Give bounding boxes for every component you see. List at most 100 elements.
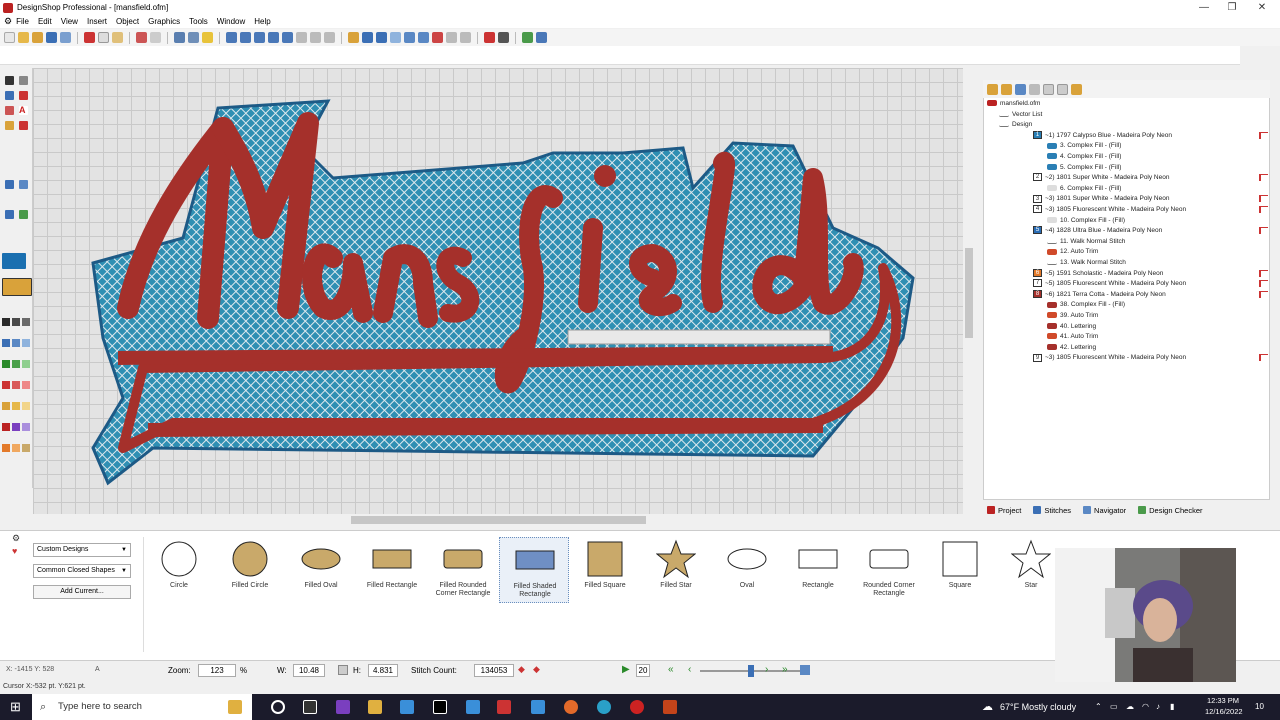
taskbar-search[interactable]: ⌕ Type here to search [32, 694, 252, 720]
volume-icon[interactable]: ♪ [1156, 694, 1160, 720]
tree-row[interactable]: 40. Lettering [1047, 322, 1096, 332]
palette-swatch[interactable] [2, 339, 10, 347]
thread-swatch[interactable]: 6 [1033, 268, 1042, 277]
color-tool-icon[interactable] [19, 210, 28, 219]
battery-icon[interactable]: ▮ [1170, 694, 1174, 720]
hoop-icon[interactable] [362, 32, 373, 43]
favorite-icon[interactable]: ♥ [12, 546, 17, 556]
save-all-icon[interactable] [60, 32, 71, 43]
distribute-icon[interactable] [404, 32, 415, 43]
zoom-in-icon[interactable] [240, 32, 251, 43]
tree-row[interactable]: 10. Complex Fill - (Fill) [1047, 216, 1125, 226]
undo-icon[interactable] [136, 32, 147, 43]
gear-icon[interactable]: ⚙ [4, 16, 12, 27]
zoom-selection-icon[interactable] [282, 32, 293, 43]
palette-swatch[interactable] [12, 444, 20, 452]
tree-row[interactable]: 38. Complex Fill - (Fill) [1047, 300, 1125, 310]
tree-row[interactable]: 13. Walk Normal Stitch [1047, 258, 1126, 268]
paste-icon[interactable] [112, 32, 123, 43]
tree-row[interactable]: 42. Lettering [1047, 343, 1096, 353]
zoom-fit-icon[interactable] [268, 32, 279, 43]
fill-tool-icon[interactable] [5, 121, 14, 130]
shape-item[interactable]: Filled Circle [215, 537, 285, 603]
mirror-tool-icon[interactable] [19, 180, 28, 189]
thread-swatch[interactable]: 4 [1033, 205, 1042, 214]
pen-tool-icon[interactable] [5, 91, 14, 100]
speed-field[interactable]: 20 [636, 664, 650, 677]
tab-navigator[interactable]: Navigator [1083, 506, 1126, 515]
grid-icon[interactable] [376, 32, 387, 43]
onenote-icon[interactable] [336, 700, 350, 714]
palette-swatch[interactable] [2, 423, 10, 431]
store-icon[interactable] [400, 700, 414, 714]
stitch-nav-icon[interactable]: ◆ [518, 664, 525, 675]
shape-item[interactable]: Oval [712, 537, 782, 603]
stitch-nav-2-icon[interactable]: ◆ [533, 664, 540, 675]
tree-row[interactable]: 41. Auto Trim [1047, 332, 1098, 342]
shape-tool-icon[interactable] [5, 106, 14, 115]
stitch-tool-icon[interactable] [19, 121, 28, 130]
height-field[interactable]: 4.831 [368, 664, 398, 677]
tree-row[interactable]: 4. Complex Fill - (Fill) [1047, 152, 1121, 162]
step-back-icon[interactable]: ‹ [688, 664, 691, 675]
redo-icon[interactable] [150, 32, 161, 43]
tree-row[interactable]: 8 ~6) 1821 Terra Cotta - Madeira Poly Neo… [1033, 290, 1166, 300]
current-color-swatch[interactable] [2, 253, 26, 269]
palette-swatch[interactable] [2, 381, 10, 389]
palette-swatch[interactable] [22, 444, 30, 452]
tree-row[interactable]: Vector List [999, 110, 1042, 120]
menu-file[interactable]: File [16, 17, 29, 26]
network-icon[interactable]: ▭ [1110, 694, 1118, 720]
tab-project[interactable]: Project [987, 506, 1021, 515]
windows-start-icon[interactable]: ⊞ [10, 700, 24, 714]
menu-view[interactable]: View [61, 17, 78, 26]
fast-forward-icon[interactable]: » [782, 664, 788, 675]
palette-swatch[interactable] [12, 402, 20, 410]
tree-row[interactable]: 12. Auto Trim [1047, 247, 1098, 257]
add-current-button[interactable]: Add Current... [33, 585, 131, 599]
wifi-icon[interactable]: ◠ [1142, 694, 1149, 720]
reshape-tool-icon[interactable] [19, 76, 28, 85]
hoop-tool-icon[interactable] [5, 210, 14, 219]
tree-row[interactable]: 6. Complex Fill - (Fill) [1047, 184, 1121, 194]
canvas-vertical-scrollbar[interactable] [963, 68, 975, 514]
tree-row[interactable]: 39. Auto Trim [1047, 311, 1098, 321]
thread-swatch[interactable]: 1 [1033, 131, 1042, 140]
stitch-end-icon[interactable] [800, 665, 810, 675]
sequence-icon[interactable] [522, 32, 533, 43]
tree-row[interactable]: Design [999, 120, 1032, 130]
lock-aspect-icon[interactable] [338, 665, 348, 675]
palette-swatch[interactable] [22, 339, 30, 347]
copy-icon[interactable] [98, 32, 109, 43]
tab-stitches[interactable]: Stitches [1033, 506, 1071, 515]
pin-icon[interactable]: ⚙ [12, 533, 20, 544]
cloud-icon[interactable]: ☁ [1126, 694, 1134, 720]
tree-row[interactable]: 9 ~3) 1805 Fluorescent White - Madeira Po… [1033, 353, 1186, 363]
thread-swatch[interactable]: 5 [1033, 226, 1042, 235]
category-select[interactable]: Custom Designs ▼ [33, 543, 131, 557]
tree-row[interactable]: 3 ~3) 1801 Super White - Madeira Poly Neo… [1033, 194, 1169, 204]
group-icon[interactable] [418, 32, 429, 43]
window-icon[interactable] [531, 700, 545, 714]
palette-swatch[interactable] [22, 381, 30, 389]
thread-swatch[interactable]: 7 [1033, 279, 1042, 288]
folder-icon[interactable] [987, 83, 998, 95]
tab-design-checker[interactable]: Design Checker [1138, 506, 1203, 515]
copy-layer-icon[interactable] [1043, 83, 1054, 95]
shape-item[interactable]: Rounded Corner Rectangle [854, 537, 924, 603]
palette-swatch[interactable] [12, 423, 20, 431]
thread-picker-icon[interactable] [2, 278, 32, 296]
menu-help[interactable]: Help [254, 17, 270, 26]
zoom-out-icon[interactable] [254, 32, 265, 43]
tree-row[interactable]: 2 ~2) 1801 Super White - Madeira Poly Neo… [1033, 173, 1169, 183]
step-forward-icon[interactable]: › [765, 664, 768, 675]
menu-edit[interactable]: Edit [38, 17, 52, 26]
menu-tools[interactable]: Tools [189, 17, 208, 26]
menu-window[interactable]: Window [217, 17, 245, 26]
news-icon[interactable] [228, 700, 242, 714]
subcategory-select[interactable]: Common Closed Shapes ▼ [33, 564, 131, 578]
open-icon[interactable] [18, 32, 29, 43]
zoom-select[interactable]: 123 [198, 664, 236, 677]
save-icon[interactable] [46, 32, 57, 43]
thread-swatch[interactable]: 8 [1033, 290, 1042, 299]
